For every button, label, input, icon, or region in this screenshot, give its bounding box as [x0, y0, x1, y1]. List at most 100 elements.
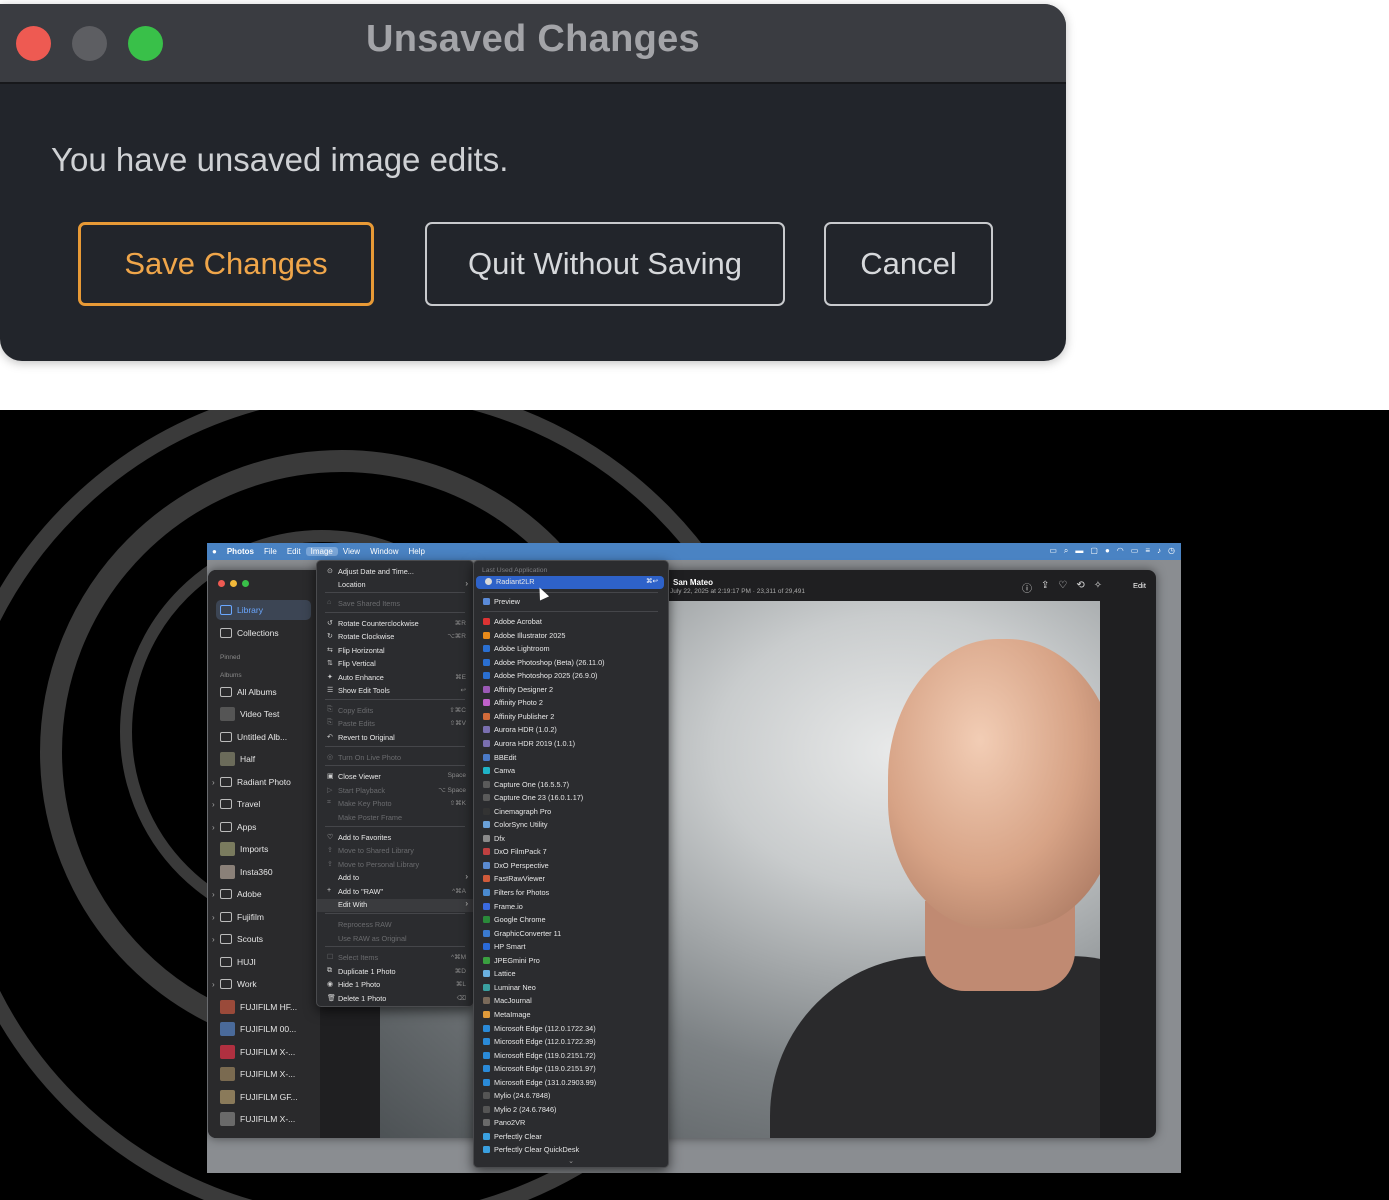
- sidebar-item-library[interactable]: Library: [216, 600, 311, 620]
- edit-with-app-item[interactable]: Dfx: [474, 833, 668, 846]
- menu-photos[interactable]: Photos: [222, 547, 259, 556]
- status-icon[interactable]: ▭: [1049, 546, 1057, 556]
- favorite-heart-icon[interactable]: ♡: [1058, 580, 1067, 595]
- save-changes-button[interactable]: Save Changes: [78, 222, 374, 306]
- image-menu-item[interactable]: ⇅ Flip Vertical: [317, 658, 473, 671]
- minimize-icon[interactable]: [230, 580, 237, 587]
- edit-with-app-item[interactable]: MacJournal: [474, 995, 668, 1008]
- edit-with-app-item[interactable]: JPEGmini Pro: [474, 955, 668, 968]
- music-icon[interactable]: ♪: [1157, 546, 1161, 556]
- edit-with-app-item[interactable]: Cinemagraph Pro: [474, 806, 668, 819]
- sidebar-item-fujifilm-hf[interactable]: FUJIFILM HF...: [216, 997, 311, 1017]
- edit-with-app-item[interactable]: Filters for Photos: [474, 887, 668, 900]
- image-menu-item[interactable]: ☰ Show Edit Tools ↩: [317, 685, 473, 698]
- edit-with-app-item[interactable]: ColorSync Utility: [474, 819, 668, 832]
- edit-with-radiant2lr[interactable]: Radiant2LR ⌘↩: [476, 576, 664, 589]
- menu-edit[interactable]: Edit: [282, 547, 306, 556]
- zoom-icon[interactable]: [242, 580, 249, 587]
- sidebar-item-apps[interactable]: › Apps: [212, 817, 311, 837]
- sidebar-item-untitled-album[interactable]: Untitled Alb...: [216, 727, 311, 747]
- edit-with-app-item[interactable]: Adobe Illustrator 2025: [474, 630, 668, 643]
- sidebar-item-imports[interactable]: Imports: [216, 839, 311, 859]
- display-icon[interactable]: ▢: [1090, 546, 1098, 556]
- disclosure-chevron-icon[interactable]: ›: [212, 980, 215, 989]
- quit-without-saving-button[interactable]: Quit Without Saving: [425, 222, 785, 306]
- rotate-icon[interactable]: ⟲: [1076, 580, 1084, 595]
- sidebar-item-video-test[interactable]: Video Test: [216, 704, 311, 724]
- disclosure-chevron-icon[interactable]: ›: [212, 778, 215, 787]
- share-icon[interactable]: ⇪: [1041, 580, 1049, 595]
- menu-image[interactable]: Image: [305, 547, 338, 556]
- sidebar-item-radiant-photo[interactable]: › Radiant Photo: [212, 772, 311, 792]
- edit-with-app-item[interactable]: Affinity Publisher 2: [474, 711, 668, 724]
- enhance-wand-icon[interactable]: ✧: [1094, 580, 1102, 595]
- edit-with-app-item[interactable]: FastRawViewer: [474, 873, 668, 886]
- edit-with-app-item[interactable]: BBEdit: [474, 752, 668, 765]
- edit-with-app-item[interactable]: HP Smart: [474, 941, 668, 954]
- info-icon[interactable]: ⓘ: [1022, 580, 1032, 595]
- sidebar-item-fujifilm-00[interactable]: FUJIFILM 00...: [216, 1019, 311, 1039]
- search-icon[interactable]: ⌕: [1064, 546, 1068, 556]
- menu-view[interactable]: View: [338, 547, 365, 556]
- image-menu-item[interactable]: ♡ Add to Favorites: [317, 832, 473, 845]
- image-menu-item[interactable]: ↶ Revert to Original: [317, 732, 473, 745]
- edit-with-app-item[interactable]: GraphicConverter 11: [474, 928, 668, 941]
- edit-with-app-item[interactable]: Aurora HDR 2019 (1.0.1): [474, 738, 668, 751]
- edit-with-app-item[interactable]: Microsoft Edge (119.0.2151.97): [474, 1063, 668, 1076]
- edit-with-app-item[interactable]: Pano2VR: [474, 1117, 668, 1130]
- disclosure-chevron-icon[interactable]: ›: [212, 800, 215, 809]
- edit-with-app-item[interactable]: Luminar Neo: [474, 982, 668, 995]
- disclosure-chevron-icon[interactable]: ›: [212, 890, 215, 899]
- edit-with-app-item[interactable]: Mylio 2 (24.6.7846): [474, 1104, 668, 1117]
- edit-with-app-item[interactable]: Microsoft Edge (112.0.1722.39): [474, 1036, 668, 1049]
- sidebar-item-travel[interactable]: › Travel: [212, 794, 311, 814]
- apple-menu-icon[interactable]: ●: [207, 547, 222, 556]
- edit-with-app-item[interactable]: Frame.io: [474, 901, 668, 914]
- image-menu-item[interactable]: Edit With ›: [317, 899, 473, 912]
- image-menu-item[interactable]: ↻ Rotate Clockwise ⌥⌘R: [317, 631, 473, 644]
- scroll-more-chevron-icon[interactable]: ⌄: [474, 1157, 668, 1165]
- sidebar-item-adobe[interactable]: › Adobe: [212, 884, 311, 904]
- image-menu-item[interactable]: ▣ Close Viewer Space: [317, 771, 473, 784]
- cancel-button[interactable]: Cancel: [824, 222, 993, 306]
- image-menu-item[interactable]: ◉ Hide 1 Photo ⌘L: [317, 979, 473, 992]
- disclosure-chevron-icon[interactable]: ›: [212, 913, 215, 922]
- image-menu-item[interactable]: ⧉ Duplicate 1 Photo ⌘D: [317, 966, 473, 979]
- sidebar-item-all-albums[interactable]: All Albums: [216, 682, 311, 702]
- edit-with-app-item[interactable]: Perfectly Clear QuickDesk: [474, 1144, 668, 1157]
- edit-with-app-item[interactable]: MetaImage: [474, 1009, 668, 1022]
- edit-with-app-item[interactable]: Lattice: [474, 968, 668, 981]
- sidebar-item-scouts[interactable]: › Scouts: [212, 929, 311, 949]
- sidebar-item-fujifilm-gf[interactable]: FUJIFILM GF...: [216, 1087, 311, 1107]
- menu-help[interactable]: Help: [404, 547, 430, 556]
- airplay-icon[interactable]: ▭: [1131, 546, 1139, 556]
- close-icon[interactable]: [218, 580, 225, 587]
- sidebar-item-fujifilm[interactable]: › Fujifilm: [212, 907, 311, 927]
- edit-with-app-item[interactable]: Perfectly Clear: [474, 1131, 668, 1144]
- clock-icon[interactable]: ◷: [1168, 546, 1175, 556]
- edit-with-app-item[interactable]: Adobe Acrobat: [474, 616, 668, 629]
- image-menu-item[interactable]: + Add to "RAW" ^⌘A: [317, 886, 473, 899]
- sidebar-item-insta360[interactable]: Insta360: [216, 862, 311, 882]
- edit-with-app-item[interactable]: Aurora HDR (1.0.2): [474, 724, 668, 737]
- sidebar-item-fujifilm-x2[interactable]: FUJIFILM X-...: [216, 1064, 311, 1084]
- edit-with-app-item[interactable]: DxO FilmPack 7: [474, 846, 668, 859]
- image-menu-item[interactable]: ⇆ Flip Horizontal: [317, 645, 473, 658]
- edit-with-app-item[interactable]: Canva: [474, 765, 668, 778]
- battery-icon[interactable]: ▬: [1075, 546, 1083, 556]
- image-menu-item[interactable]: ⊙ Adjust Date and Time...: [317, 566, 473, 579]
- user-icon[interactable]: ●: [1105, 546, 1110, 556]
- sidebar-item-fujifilm-x1[interactable]: FUJIFILM X-...: [216, 1042, 311, 1062]
- image-menu-item[interactable]: Location ›: [317, 579, 473, 592]
- wifi-icon[interactable]: ◠: [1117, 546, 1124, 556]
- edit-with-app-item[interactable]: Google Chrome: [474, 914, 668, 927]
- disclosure-chevron-icon[interactable]: ›: [212, 823, 215, 832]
- image-menu-item[interactable]: 🗑 Delete 1 Photo ⌫: [317, 993, 473, 1006]
- edit-with-app-item[interactable]: Capture One (16.5.5.7): [474, 779, 668, 792]
- sidebar-item-work[interactable]: › Work: [212, 974, 311, 994]
- sidebar-item-collections[interactable]: Collections: [216, 623, 311, 643]
- sidebar-item-huji[interactable]: HUJI: [216, 952, 311, 972]
- edit-with-app-item[interactable]: Adobe Photoshop 2025 (26.9.0): [474, 670, 668, 683]
- edit-button[interactable]: Edit: [1133, 581, 1146, 590]
- edit-with-app-item[interactable]: Microsoft Edge (112.0.1722.34): [474, 1023, 668, 1036]
